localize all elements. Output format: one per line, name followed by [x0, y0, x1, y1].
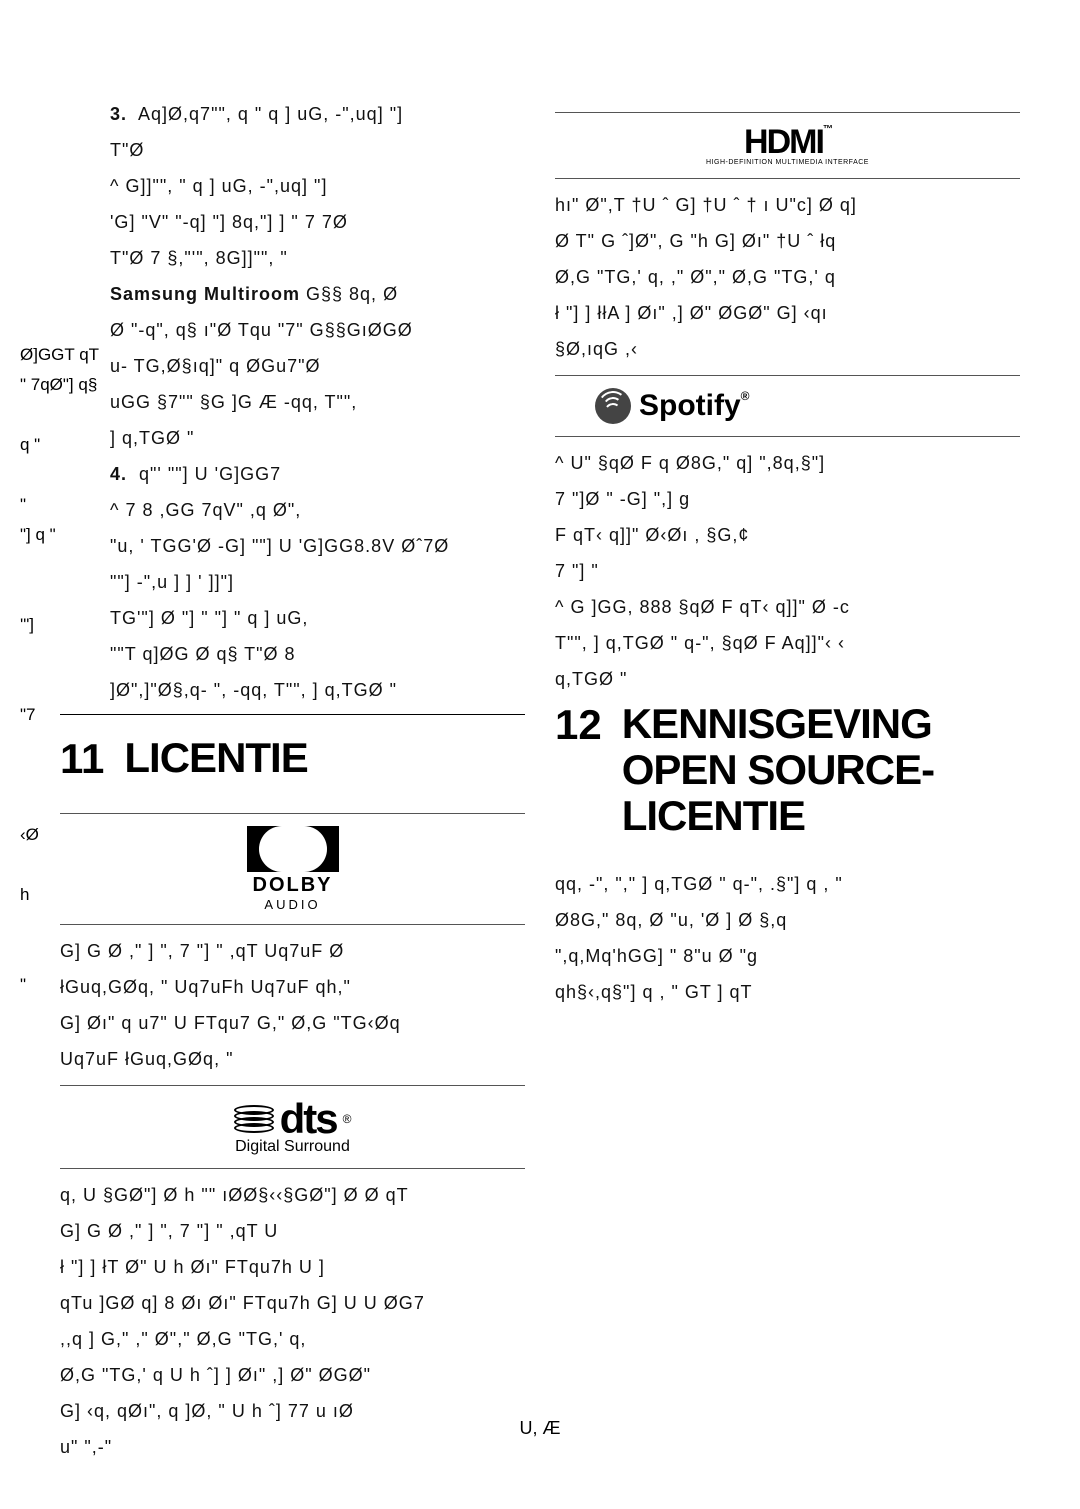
page-footer: U, Æ	[0, 1418, 1080, 1439]
left-margin-text: Ø]GGT qT " 7qØ"] q§ q " " "] q " '"] "7 …	[20, 340, 110, 1000]
divider	[555, 178, 1020, 179]
divider	[60, 1085, 525, 1086]
list-item-4: 4. q"' ""] U 'G]GG7 ^ 7 8 ,GG 7qV" ,q Ø"…	[60, 460, 525, 704]
list-number-3: 3.	[110, 104, 127, 124]
spotify-icon	[595, 388, 631, 424]
dts-disc-icon	[234, 1105, 274, 1133]
dolby-license-text: G] G Ø ," ] ", 7 "] " ,qT Uq7uF Ø łGuq,G…	[60, 937, 525, 1073]
list-number-4: 4.	[110, 464, 127, 484]
dolby-logo: DOLBY AUDIO	[213, 826, 373, 912]
divider	[555, 436, 1020, 437]
divider	[60, 1168, 525, 1169]
dolby-icon	[213, 826, 373, 872]
hdmi-logo: HDMI™ HIGH-DEFINITION MULTIMEDIA INTERFA…	[698, 125, 878, 166]
dts-logo: dts® Digital Surround	[193, 1098, 393, 1156]
divider	[60, 813, 525, 814]
section-title-licentie: LICENTIE	[124, 735, 307, 781]
divider	[60, 714, 525, 715]
list-item-3: 3. Aq]Ø,q7"", q " q ] uG, -",uq] "] T"Ø …	[60, 100, 525, 452]
left-column: 3. Aq]Ø,q7"", q " q ] uG, -",uq] "] T"Ø …	[60, 100, 525, 1469]
section-11-heading: 11 LICENTIE	[60, 735, 525, 783]
section-number-12: 12	[555, 701, 602, 749]
hdmi-license-text: hı" Ø",T †U ˆ G] †U ˆ † ı U"c] Ø q] Ø T"…	[555, 191, 1020, 363]
section-12-heading: 12 KENNISGEVING OPEN SOURCE-LICENTIE	[555, 701, 1020, 840]
page-body: 3. Aq]Ø,q7"", q " q ] uG, -",uq] "] T"Ø …	[0, 0, 1080, 1509]
divider	[555, 112, 1020, 113]
spotify-logo: Spotify®	[595, 388, 1020, 424]
right-column: HDMI™ HIGH-DEFINITION MULTIMEDIA INTERFA…	[555, 100, 1020, 1469]
divider	[60, 924, 525, 925]
spotify-license-text: ^ U" §qØ F q Ø8G," q] ",8q,§"] 7 "]Ø " -…	[555, 449, 1020, 693]
divider	[555, 375, 1020, 376]
open-source-text: qq, -", "," ] q,TGØ " q-", .§"] q , " Ø8…	[555, 870, 1020, 1006]
samsung-multiroom-label: Samsung Multiroom	[110, 284, 300, 304]
section-title-open-source: KENNISGEVING OPEN SOURCE-LICENTIE	[622, 701, 1020, 840]
